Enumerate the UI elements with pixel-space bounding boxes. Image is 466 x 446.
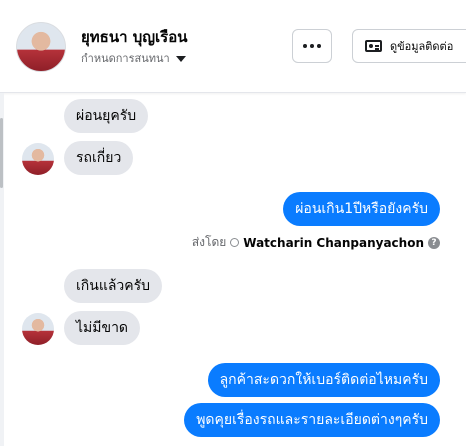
- sender-avatar[interactable]: [22, 313, 54, 345]
- sent-by-line: ส่งโดย Watcharin Chanpanyachon ?: [192, 233, 440, 252]
- chevron-down-icon: [175, 55, 186, 62]
- scrollbar-thumb[interactable]: [0, 118, 3, 188]
- message-bubble-incoming[interactable]: ผ่อนยุครับ: [64, 99, 149, 133]
- sent-by-icon: [230, 238, 240, 247]
- more-options-button[interactable]: [292, 29, 332, 63]
- view-contact-info-label: ดูข้อมูลติดต่อ: [390, 40, 454, 53]
- message-bubble-incoming[interactable]: รถเกี่ยว: [64, 141, 134, 175]
- contact-card-icon: [365, 40, 382, 52]
- sent-by-prefix: ส่งโดย: [191, 235, 227, 249]
- message-bubble-outgoing[interactable]: พูดคุยเรื่องรถและรายละเอียดต่างๆครับ: [184, 403, 440, 437]
- sent-by-name[interactable]: Watcharin Chanpanyachon: [243, 236, 424, 250]
- conversation-schedule-label: กำหนดการสนทนา: [81, 52, 170, 65]
- conversation-header: ยุทธนา บุญเรือน กำหนดการสนทนา ดูข้อมูลติ…: [0, 0, 466, 93]
- message-bubble-incoming[interactable]: เกินแล้วครับ: [64, 269, 163, 303]
- conversation-schedule-dropdown[interactable]: กำหนดการสนทนา: [81, 49, 186, 67]
- message-bubble-outgoing[interactable]: ผ่อนเกิน1ปีหรือยังครับ: [283, 192, 440, 226]
- view-contact-info-button[interactable]: ดูข้อมูลติดต่อ: [352, 29, 466, 63]
- contact-avatar[interactable]: [16, 22, 66, 72]
- message-bubble-outgoing[interactable]: ลูกค้าสะดวกให้เบอร์ติดต่อไหมครับ: [207, 363, 440, 397]
- message-bubble-incoming[interactable]: ไม่มีขาด: [64, 311, 141, 345]
- sender-avatar[interactable]: [22, 143, 54, 175]
- help-icon[interactable]: ?: [428, 236, 440, 249]
- more-dots-icon: [303, 44, 321, 48]
- contact-name[interactable]: ยุทธนา บุญเรือน: [81, 25, 187, 49]
